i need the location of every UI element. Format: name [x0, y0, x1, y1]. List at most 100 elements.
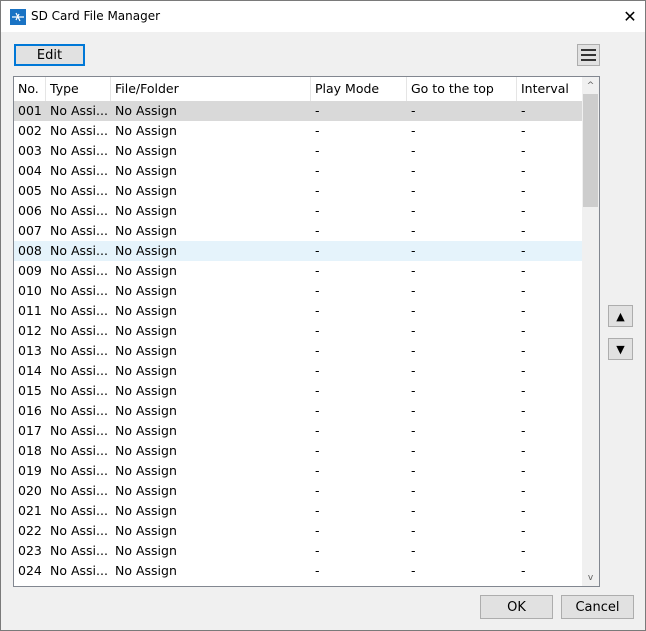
cell-file-folder: No Assign	[115, 163, 177, 178]
cell-play-mode: -	[315, 203, 320, 218]
cell-type: No Assi...	[50, 463, 108, 478]
cell-interval: -	[521, 223, 526, 238]
table-row[interactable]: 002 No Assi... No Assign - - -	[14, 121, 583, 141]
cell-interval: -	[521, 483, 526, 498]
file-table: No. Type File/Folder Play Mode Go to the…	[13, 76, 600, 587]
table-row[interactable]: 011 No Assi... No Assign - - -	[14, 301, 583, 321]
cell-interval: -	[521, 163, 526, 178]
table-row[interactable]: 024 No Assi... No Assign - - -	[14, 561, 583, 581]
cell-play-mode: -	[315, 363, 320, 378]
cell-no: 014	[18, 363, 42, 378]
table-row[interactable]: 004 No Assi... No Assign - - -	[14, 161, 583, 181]
hamburger-icon	[581, 49, 596, 51]
scroll-up-button[interactable]: ^	[582, 77, 599, 94]
cell-no: 008	[18, 243, 42, 258]
column-header-go-to-top[interactable]: Go to the top	[407, 77, 517, 101]
table-row[interactable]: 010 No Assi... No Assign - - -	[14, 281, 583, 301]
table-row[interactable]: 020 No Assi... No Assign - - -	[14, 481, 583, 501]
chevron-up-icon: ^	[586, 80, 595, 91]
cell-interval: -	[521, 503, 526, 518]
cell-interval: -	[521, 363, 526, 378]
cell-type: No Assi...	[50, 183, 108, 198]
cell-interval: -	[521, 123, 526, 138]
cell-interval: -	[521, 103, 526, 118]
vertical-scrollbar[interactable]: ^ v	[582, 77, 599, 586]
cell-no: 011	[18, 303, 42, 318]
cell-no: 020	[18, 483, 42, 498]
cell-type: No Assi...	[50, 203, 108, 218]
cell-file-folder: No Assign	[115, 323, 177, 338]
cell-no: 019	[18, 463, 42, 478]
cell-interval: -	[521, 423, 526, 438]
cell-go-to-top: -	[411, 263, 416, 278]
cell-no: 023	[18, 543, 42, 558]
menu-button[interactable]	[577, 44, 600, 66]
scroll-down-button[interactable]: v	[582, 569, 599, 586]
table-row[interactable]: 012 No Assi... No Assign - - -	[14, 321, 583, 341]
column-header-file-folder[interactable]: File/Folder	[111, 77, 311, 101]
cell-play-mode: -	[315, 463, 320, 478]
app-icon	[10, 9, 26, 25]
table-row[interactable]: 023 No Assi... No Assign - - -	[14, 541, 583, 561]
cell-play-mode: -	[315, 383, 320, 398]
table-row[interactable]: 007 No Assi... No Assign - - -	[14, 221, 583, 241]
cell-play-mode: -	[315, 563, 320, 578]
ok-button[interactable]: OK	[480, 595, 553, 619]
cell-go-to-top: -	[411, 183, 416, 198]
cell-no: 004	[18, 163, 42, 178]
cell-type: No Assi...	[50, 523, 108, 538]
cell-file-folder: No Assign	[115, 543, 177, 558]
cell-type: No Assi...	[50, 103, 108, 118]
table-row[interactable]: 009 No Assi... No Assign - - -	[14, 261, 583, 281]
cell-no: 003	[18, 143, 42, 158]
column-header-no[interactable]: No.	[14, 77, 46, 101]
cell-type: No Assi...	[50, 363, 108, 378]
cancel-button[interactable]: Cancel	[561, 595, 634, 619]
cell-file-folder: No Assign	[115, 123, 177, 138]
column-header-interval[interactable]: Interval	[517, 77, 583, 101]
cell-no: 012	[18, 323, 42, 338]
cell-play-mode: -	[315, 263, 320, 278]
cell-go-to-top: -	[411, 123, 416, 138]
cell-no: 009	[18, 263, 42, 278]
move-down-button[interactable]: ▼	[608, 338, 633, 360]
table-row[interactable]: 022 No Assi... No Assign - - -	[14, 521, 583, 541]
cell-type: No Assi...	[50, 403, 108, 418]
edit-button[interactable]: Edit	[14, 44, 85, 66]
table-row[interactable]: 005 No Assi... No Assign - - -	[14, 181, 583, 201]
cell-play-mode: -	[315, 523, 320, 538]
table-row[interactable]: 017 No Assi... No Assign - - -	[14, 421, 583, 441]
cell-file-folder: No Assign	[115, 103, 177, 118]
cell-type: No Assi...	[50, 343, 108, 358]
table-row[interactable]: 003 No Assi... No Assign - - -	[14, 141, 583, 161]
table-row[interactable]: 008 No Assi... No Assign - - -	[14, 241, 583, 261]
table-row[interactable]: 013 No Assi... No Assign - - -	[14, 341, 583, 361]
table-row[interactable]: 014 No Assi... No Assign - - -	[14, 361, 583, 381]
cell-type: No Assi...	[50, 163, 108, 178]
table-row[interactable]: 016 No Assi... No Assign - - -	[14, 401, 583, 421]
cell-go-to-top: -	[411, 243, 416, 258]
cell-file-folder: No Assign	[115, 383, 177, 398]
cell-type: No Assi...	[50, 123, 108, 138]
table-row[interactable]: 015 No Assi... No Assign - - -	[14, 381, 583, 401]
cell-go-to-top: -	[411, 503, 416, 518]
scrollbar-thumb[interactable]	[583, 94, 598, 207]
cell-play-mode: -	[315, 163, 320, 178]
cell-go-to-top: -	[411, 463, 416, 478]
cell-interval: -	[521, 183, 526, 198]
cell-file-folder: No Assign	[115, 263, 177, 278]
cell-interval: -	[521, 283, 526, 298]
table-row[interactable]: 001 No Assi... No Assign - - -	[14, 101, 583, 121]
move-up-button[interactable]: ▲	[608, 305, 633, 327]
table-row[interactable]: 019 No Assi... No Assign - - -	[14, 461, 583, 481]
cell-file-folder: No Assign	[115, 343, 177, 358]
table-row[interactable]: 021 No Assi... No Assign - - -	[14, 501, 583, 521]
column-header-type[interactable]: Type	[46, 77, 111, 101]
cell-file-folder: No Assign	[115, 243, 177, 258]
column-header-play-mode[interactable]: Play Mode	[311, 77, 407, 101]
close-button[interactable]: ✕	[615, 1, 645, 32]
triangle-down-icon: ▼	[616, 342, 625, 356]
cell-go-to-top: -	[411, 203, 416, 218]
table-row[interactable]: 018 No Assi... No Assign - - -	[14, 441, 583, 461]
table-row[interactable]: 006 No Assi... No Assign - - -	[14, 201, 583, 221]
